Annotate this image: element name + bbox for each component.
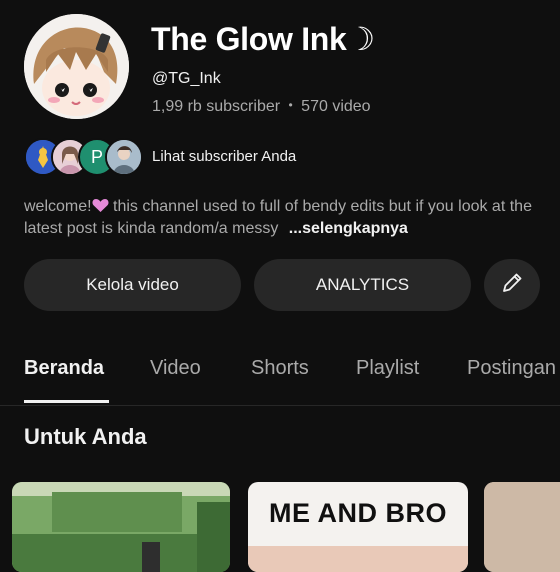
thumbnail-image xyxy=(12,482,230,572)
video-thumbnail[interactable] xyxy=(484,482,560,572)
thumbnail-image xyxy=(484,482,560,572)
subscriber-count: 1,99 rb subscriber xyxy=(152,98,281,115)
channel-avatar[interactable] xyxy=(24,14,129,119)
tab-playlist[interactable]: Playlist xyxy=(356,357,419,380)
show-more-link[interactable]: ...selengkapnya xyxy=(289,220,408,237)
analytics-button[interactable]: ANALYTICS xyxy=(254,259,471,311)
thumbnail-image-strip xyxy=(248,546,468,572)
view-subscribers-link[interactable]: Lihat subscriber Anda xyxy=(152,148,296,165)
section-title: Untuk Anda xyxy=(24,424,147,449)
thumbnail-caption: ME AND BRO xyxy=(269,498,447,528)
video-thumbnail[interactable]: ME AND BRO xyxy=(248,482,468,572)
edit-channel-button[interactable] xyxy=(484,259,540,311)
tab-shorts[interactable]: Shorts xyxy=(251,357,309,380)
channel-description[interactable]: welcome! this channel used to full of be… xyxy=(24,196,544,240)
stats-separator: • xyxy=(288,98,293,112)
channel-name: The Glow Ink☽ xyxy=(151,21,375,57)
description-text-start: welcome! xyxy=(24,198,92,215)
channel-stats: 1,99 rb subscriber • 570 video xyxy=(152,98,371,116)
manage-videos-button[interactable]: Kelola video xyxy=(24,259,241,311)
channel-tabs: Beranda Video Shorts Playlist Postingan xyxy=(0,345,560,406)
video-count: 570 video xyxy=(301,98,371,115)
heart-icon xyxy=(92,196,109,218)
tab-postingan[interactable]: Postingan xyxy=(467,357,556,380)
active-tab-indicator xyxy=(24,400,109,403)
tab-video[interactable]: Video xyxy=(150,357,201,380)
pencil-icon xyxy=(499,270,525,301)
subscriber-avatars[interactable]: P xyxy=(24,138,143,176)
avatar-illustration xyxy=(24,14,129,119)
video-thumbnail[interactable] xyxy=(12,482,230,572)
subscriber-avatar xyxy=(105,138,143,176)
tab-beranda[interactable]: Beranda xyxy=(24,357,104,380)
channel-handle: @TG_Ink xyxy=(152,70,221,87)
subscriber-avatar-letter: P xyxy=(90,146,103,167)
